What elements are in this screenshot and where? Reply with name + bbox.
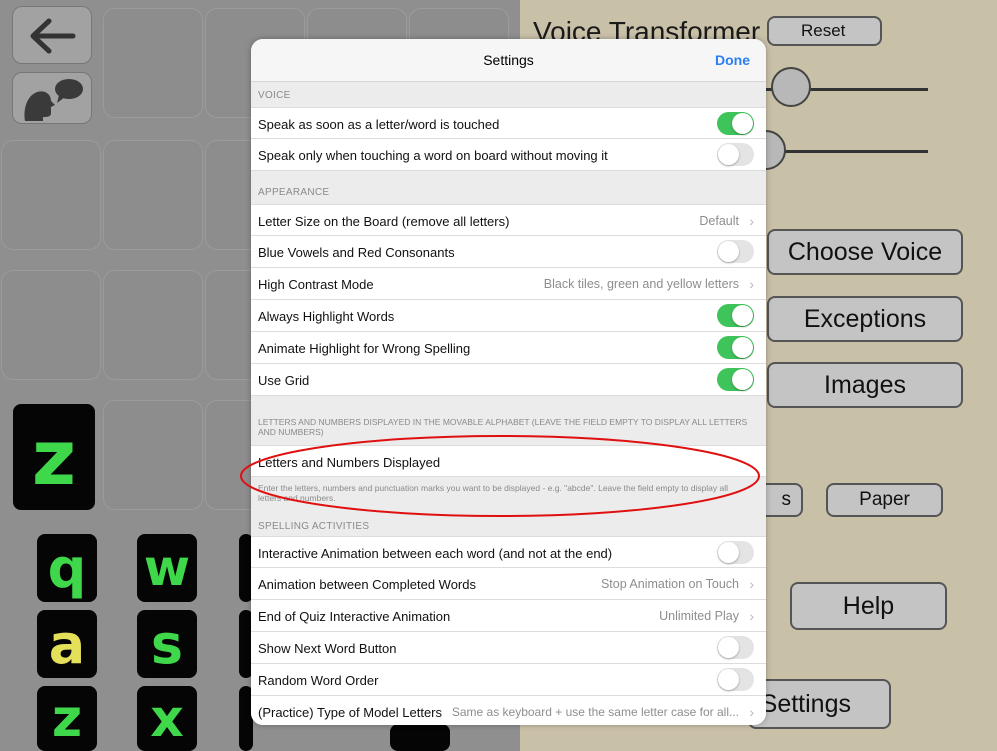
letter-tile-z-keyboard[interactable]: z — [37, 686, 97, 751]
chevron-right-icon: › — [749, 276, 754, 292]
settings-button[interactable]: Settings — [748, 679, 891, 729]
setting-label: Interactive Animation between each word … — [258, 546, 613, 561]
setting-row-animation-completed[interactable]: Animation between Completed Words Stop A… — [251, 568, 766, 600]
setting-value: Default — [699, 214, 739, 228]
random-order-toggle[interactable] — [717, 668, 754, 691]
chevron-right-icon: › — [749, 213, 754, 229]
pitch-slider-knob[interactable] — [771, 67, 811, 107]
setting-row-letter-size[interactable]: Letter Size on the Board (remove all let… — [251, 204, 766, 236]
letters-displayed-help: Enter the letters, numbers and punctuati… — [258, 483, 729, 503]
section-header-letters: LETTERS AND NUMBERS DISPLAYED IN THE MOV… — [258, 417, 748, 437]
setting-row-always-highlight[interactable]: Always Highlight Words — [251, 300, 766, 332]
section-header-spelling: SPELLING ACTIVITIES — [258, 521, 370, 532]
setting-row-blue-vowels[interactable]: Blue Vowels and Red Consonants — [251, 236, 766, 268]
letter-tile-x[interactable]: x — [137, 686, 197, 751]
setting-row-use-grid[interactable]: Use Grid — [251, 364, 766, 396]
paper-button[interactable]: Paper — [826, 483, 943, 517]
setting-label: Speak as soon as a letter/word is touche… — [258, 117, 500, 132]
setting-label: Use Grid — [258, 373, 310, 388]
speaking-head-icon — [24, 79, 83, 121]
setting-value: Same as keyboard + use the same letter c… — [451, 705, 739, 719]
setting-label: Speak only when touching a word on board… — [258, 148, 608, 163]
setting-value: Stop Animation on Touch — [600, 577, 739, 591]
show-next-toggle[interactable] — [717, 636, 754, 659]
modal-header: Settings Done — [251, 39, 766, 82]
interactive-animation-toggle[interactable] — [717, 541, 754, 564]
setting-row-random-order[interactable]: Random Word Order — [251, 664, 766, 696]
settings-modal: Settings Done VOICE Speak as soon as a l… — [251, 39, 766, 725]
speak-no-move-toggle[interactable] — [717, 143, 754, 166]
letter-tile-q[interactable]: q — [37, 534, 97, 602]
setting-label: Animation between Completed Words — [258, 577, 476, 592]
board-cell — [1, 140, 101, 250]
board-cell — [1, 270, 101, 380]
chevron-right-icon: › — [749, 704, 754, 720]
setting-label: Letter Size on the Board (remove all let… — [258, 214, 510, 229]
speak-touched-toggle[interactable] — [717, 112, 754, 135]
setting-value: Black tiles, green and yellow letters — [543, 277, 739, 291]
exceptions-button[interactable]: Exceptions — [767, 296, 963, 342]
setting-row-show-next[interactable]: Show Next Word Button — [251, 632, 766, 664]
help-button[interactable]: Help — [790, 582, 947, 630]
setting-row-speak-no-move[interactable]: Speak only when touching a word on board… — [251, 139, 766, 171]
always-highlight-toggle[interactable] — [717, 304, 754, 327]
choose-voice-button[interactable]: Choose Voice — [767, 229, 963, 275]
setting-row-speak-touched[interactable]: Speak as soon as a letter/word is touche… — [251, 107, 766, 139]
board-cell — [103, 8, 203, 118]
setting-row-animate-highlight[interactable]: Animate Highlight for Wrong Spelling — [251, 332, 766, 364]
setting-row-letters-displayed[interactable]: Letters and Numbers Displayed — [251, 445, 766, 477]
blue-vowels-toggle[interactable] — [717, 240, 754, 263]
board-cell — [103, 140, 203, 250]
done-button[interactable]: Done — [715, 52, 750, 68]
setting-row-model-letters[interactable]: (Practice) Type of Model Letters Same as… — [251, 696, 766, 725]
reset-button[interactable]: Reset — [767, 16, 882, 46]
images-button[interactable]: Images — [767, 362, 963, 408]
setting-label: Always Highlight Words — [258, 309, 395, 324]
setting-row-interactive-animation[interactable]: Interactive Animation between each word … — [251, 536, 766, 568]
setting-label: (Practice) Type of Model Letters — [258, 705, 443, 720]
setting-label: Blue Vowels and Red Consonants — [258, 245, 455, 260]
use-grid-toggle[interactable] — [717, 368, 754, 391]
letter-tile-s[interactable]: s — [137, 610, 197, 678]
back-button[interactable] — [12, 6, 92, 64]
arrow-left-icon — [30, 18, 76, 54]
speed-slider-track[interactable] — [766, 150, 928, 153]
setting-label: High Contrast Mode — [258, 277, 374, 292]
setting-label: End of Quiz Interactive Animation — [258, 609, 451, 624]
chevron-right-icon: › — [749, 576, 754, 592]
chevron-right-icon: › — [749, 608, 754, 624]
letter-tile-z[interactable]: z — [13, 404, 95, 510]
letter-tile-a[interactable]: a — [37, 610, 97, 678]
setting-row-high-contrast[interactable]: High Contrast Mode Black tiles, green an… — [251, 268, 766, 300]
board-cell — [103, 400, 203, 510]
setting-label: Random Word Order — [258, 673, 379, 688]
letter-tile-partial[interactable] — [390, 724, 450, 751]
letters-displayed-input[interactable]: Letters and Numbers Displayed — [258, 455, 440, 470]
section-header-appearance: APPEARANCE — [258, 187, 330, 198]
setting-label: Show Next Word Button — [258, 641, 397, 656]
letter-tile-w[interactable]: w — [137, 534, 197, 602]
section-header-voice: VOICE — [258, 90, 291, 101]
setting-row-end-quiz[interactable]: End of Quiz Interactive Animation Unlimi… — [251, 600, 766, 632]
setting-value: Unlimited Play — [659, 609, 739, 623]
board-cell — [103, 270, 203, 380]
setting-label: Animate Highlight for Wrong Spelling — [258, 341, 471, 356]
speak-button[interactable] — [12, 72, 92, 124]
animate-highlight-toggle[interactable] — [717, 336, 754, 359]
modal-title: Settings — [483, 52, 534, 68]
